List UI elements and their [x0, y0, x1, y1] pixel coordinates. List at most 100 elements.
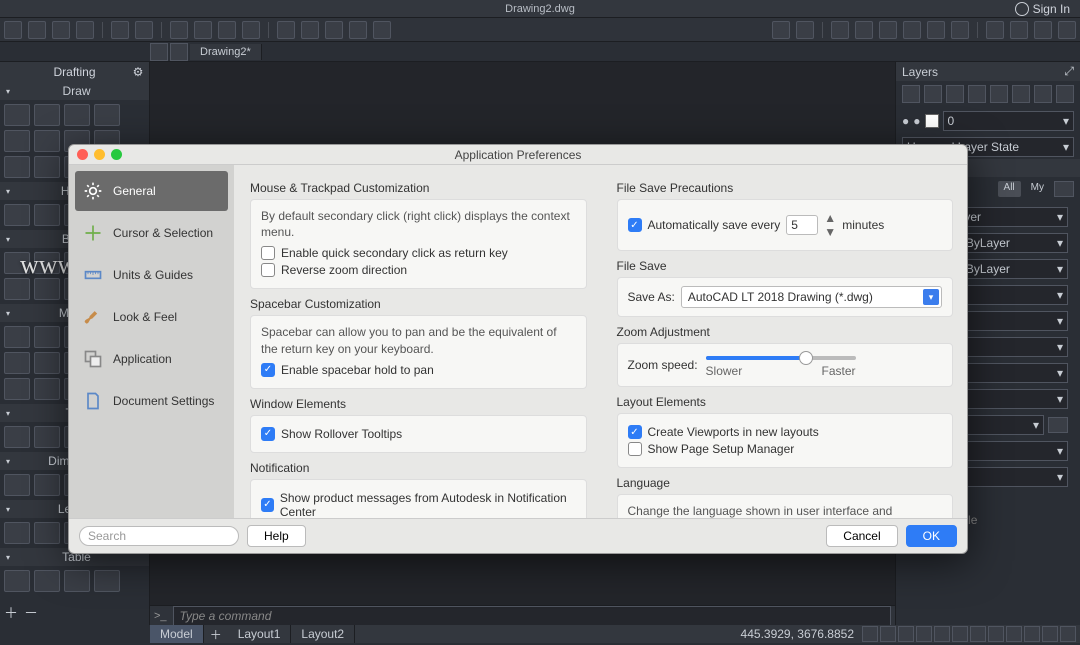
- sidebar-item-document-settings[interactable]: Document Settings: [75, 381, 228, 421]
- tab-grid-icon[interactable]: [150, 43, 168, 61]
- command-prompt-icon[interactable]: >_: [154, 610, 167, 622]
- circle-icon[interactable]: [64, 104, 90, 126]
- grid-icon[interactable]: [862, 626, 878, 642]
- save-as-format-select[interactable]: AutoCAD LT 2018 Drawing (*.dwg) ▾: [681, 286, 942, 308]
- filter-my-tab[interactable]: My: [1025, 181, 1050, 197]
- plot-style-color-select[interactable]: ByLayer: [961, 259, 1068, 279]
- draw-panel-header[interactable]: ▾Draw: [0, 82, 149, 100]
- sidebar-item-general[interactable]: General: [75, 171, 228, 211]
- sidebar-item-application[interactable]: Application: [75, 339, 228, 379]
- insert-icon[interactable]: [4, 252, 30, 274]
- point-icon[interactable]: [4, 156, 30, 178]
- layer-color-swatch[interactable]: [925, 114, 939, 128]
- linear-dim-icon[interactable]: [4, 474, 30, 496]
- cancel-button[interactable]: Cancel: [826, 525, 897, 547]
- layer-lock-icon[interactable]: [946, 85, 964, 103]
- sync-icon[interactable]: [34, 278, 60, 300]
- layers-panel-header[interactable]: Layers ⤢: [896, 62, 1080, 81]
- expand-icon[interactable]: ⤢: [1064, 64, 1074, 79]
- create-viewports-checkbox[interactable]: Create Viewports in new layouts: [628, 425, 943, 439]
- selection-cycling-icon[interactable]: [1024, 626, 1040, 642]
- redo-icon[interactable]: [135, 21, 153, 39]
- xref-icon[interactable]: [879, 21, 897, 39]
- arc-icon[interactable]: [4, 130, 30, 152]
- minutes-stepper[interactable]: ▲▼: [824, 211, 836, 239]
- ok-button[interactable]: OK: [906, 525, 957, 547]
- spline-icon[interactable]: [34, 130, 60, 152]
- maximize-icon[interactable]: [111, 149, 122, 160]
- help-button[interactable]: Help: [247, 525, 306, 547]
- move-icon[interactable]: [4, 326, 30, 348]
- aligned-dim-icon[interactable]: [34, 474, 60, 496]
- ray-icon[interactable]: [34, 156, 60, 178]
- table-tool-icon[interactable]: [4, 570, 30, 592]
- add-layout-icon[interactable]: ＋: [204, 624, 228, 645]
- save-as-icon[interactable]: [76, 21, 94, 39]
- autosave-minutes-input[interactable]: 5: [786, 215, 818, 235]
- group-icon[interactable]: [927, 21, 945, 39]
- publish-icon[interactable]: [242, 21, 260, 39]
- insert-block-icon[interactable]: [855, 21, 873, 39]
- sign-in-button[interactable]: Sign In: [1015, 2, 1070, 16]
- select-icon[interactable]: [772, 21, 790, 39]
- linetype-select[interactable]: ByLayer: [961, 233, 1068, 253]
- table-style-icon[interactable]: [1058, 21, 1076, 39]
- mleader-icon[interactable]: [4, 522, 30, 544]
- tab-layout1[interactable]: Layout1: [228, 625, 292, 643]
- new-file-icon[interactable]: [4, 21, 22, 39]
- paste-icon[interactable]: [325, 21, 343, 39]
- layer-states-icon[interactable]: [1054, 181, 1074, 197]
- layer-match-icon[interactable]: [1056, 85, 1074, 103]
- annotation-icon[interactable]: [1042, 626, 1058, 642]
- tab-add-icon[interactable]: [170, 43, 188, 61]
- quick-secondary-checkbox[interactable]: Enable quick secondary click as return k…: [261, 246, 576, 260]
- gear-icon[interactable]: ⚙: [131, 65, 145, 79]
- otrack-icon[interactable]: [952, 626, 968, 642]
- undo-icon[interactable]: [111, 21, 129, 39]
- tab-layout2[interactable]: Layout2: [291, 625, 355, 643]
- qp-icon[interactable]: [1006, 626, 1022, 642]
- open-file-icon[interactable]: [28, 21, 46, 39]
- dtext-icon[interactable]: [34, 426, 60, 448]
- polar-icon[interactable]: [916, 626, 932, 642]
- filter-all-tab[interactable]: All: [998, 181, 1021, 197]
- field-icon[interactable]: [903, 21, 921, 39]
- print-icon[interactable]: [170, 21, 188, 39]
- tab-model[interactable]: Model: [150, 625, 204, 643]
- layer-on-icon[interactable]: [902, 85, 920, 103]
- layer-manager-icon[interactable]: [1034, 21, 1052, 39]
- extract-icon[interactable]: [94, 570, 120, 592]
- sidebar-item-cursor[interactable]: Cursor & Selection: [75, 213, 228, 253]
- gradient-icon[interactable]: [34, 204, 60, 226]
- properties-icon[interactable]: [951, 21, 969, 39]
- pan-icon[interactable]: [796, 21, 814, 39]
- hatch-icon[interactable]: [4, 204, 30, 226]
- mirror-icon[interactable]: [4, 352, 30, 374]
- quick-calc-icon[interactable]: [986, 21, 1004, 39]
- data-link-icon[interactable]: [64, 570, 90, 592]
- create-block-icon[interactable]: [34, 252, 60, 274]
- dyn-icon[interactable]: [988, 626, 1004, 642]
- layer-isolate-icon[interactable]: [990, 85, 1008, 103]
- close-icon[interactable]: [77, 149, 88, 160]
- autosave-checkbox[interactable]: Automatically save every 5 ▲▼ minutes: [628, 211, 943, 239]
- chamfer-icon[interactable]: [34, 378, 60, 400]
- table-style-tool-icon[interactable]: [34, 570, 60, 592]
- sidebar-item-look[interactable]: Look & Feel: [75, 297, 228, 337]
- save-icon[interactable]: [52, 21, 70, 39]
- fillet-icon[interactable]: [4, 378, 30, 400]
- snap-icon[interactable]: [880, 626, 896, 642]
- layer-freeze-icon[interactable]: [924, 85, 942, 103]
- plot-icon[interactable]: [194, 21, 212, 39]
- dialog-titlebar[interactable]: Application Preferences: [69, 145, 967, 165]
- slider-thumb-icon[interactable]: [799, 351, 813, 365]
- document-tab[interactable]: Drawing2*: [190, 44, 262, 60]
- copy-tool-icon[interactable]: [34, 326, 60, 348]
- layer-color-icon[interactable]: [968, 85, 986, 103]
- lwt-icon[interactable]: [970, 626, 986, 642]
- leader-style-icon[interactable]: [34, 522, 60, 544]
- sidebar-item-units[interactable]: Units & Guides: [75, 255, 228, 295]
- cut-icon[interactable]: [277, 21, 295, 39]
- apply-icon[interactable]: [1048, 417, 1068, 433]
- preferences-search-input[interactable]: Search: [79, 526, 239, 546]
